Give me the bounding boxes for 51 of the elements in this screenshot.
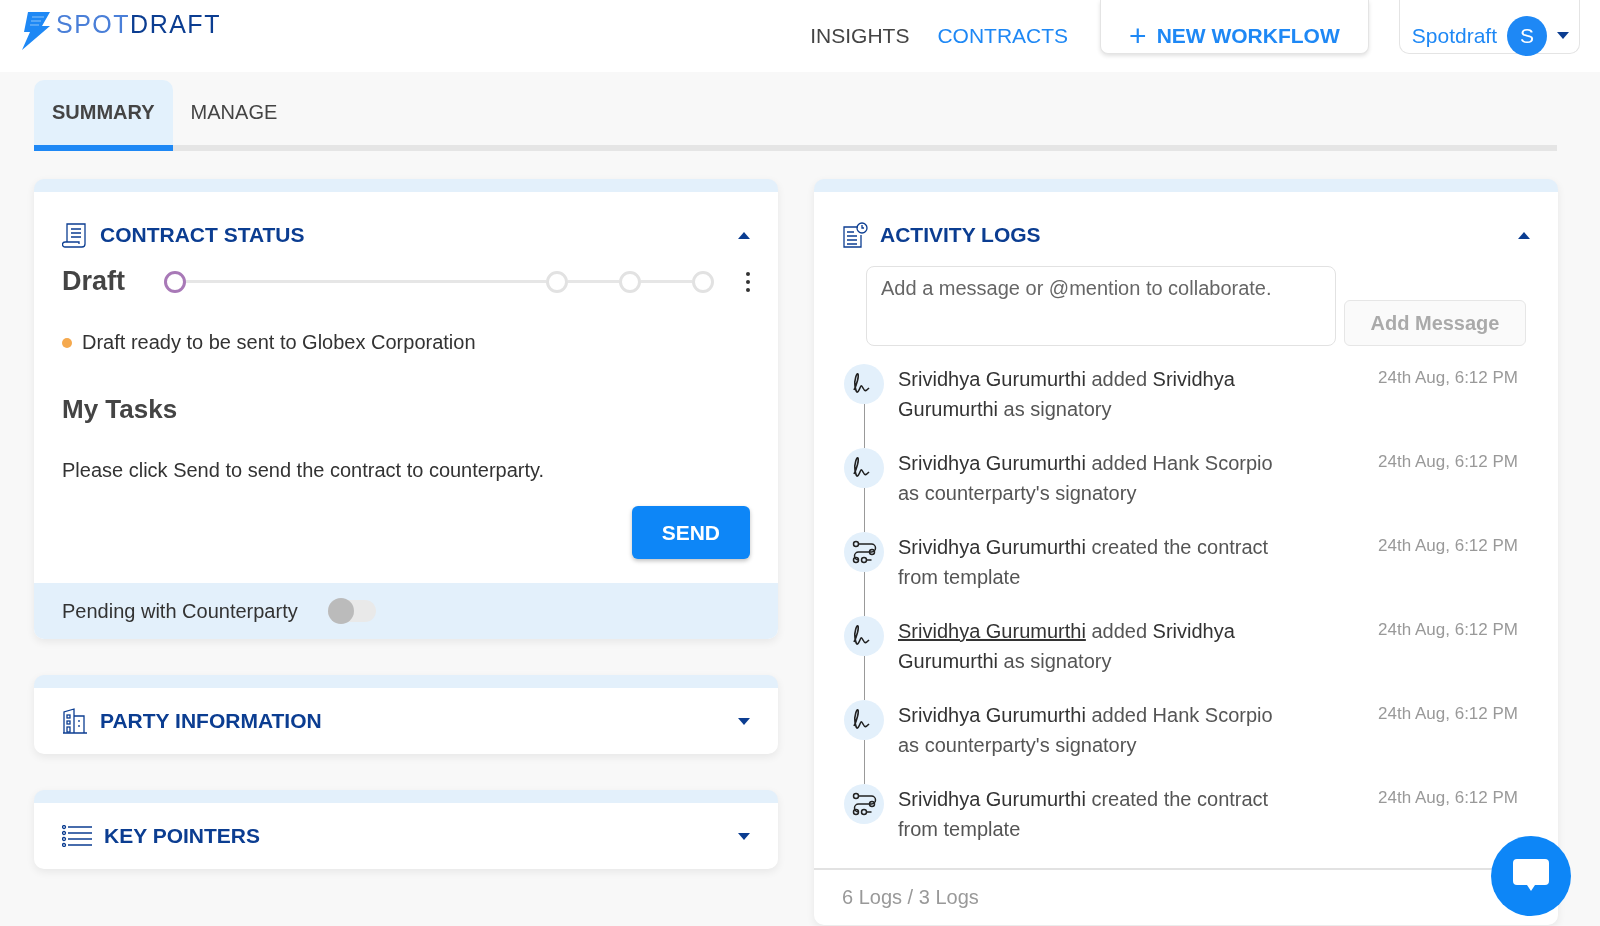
new-workflow-button[interactable]: + NEW WORKFLOW — [1100, 0, 1369, 54]
log-time: 24th Aug, 6:12 PM — [1378, 619, 1518, 641]
nav-link[interactable]: INSIGHTS — [810, 24, 910, 48]
building-icon — [62, 708, 88, 734]
section-title: KEY POINTERS — [104, 824, 261, 848]
user-link[interactable]: Srividhya Gurumurthi — [898, 620, 1086, 642]
status-label: Draft — [62, 266, 126, 297]
account-menu[interactable]: Spotdraft S — [1398, 0, 1580, 54]
section-title: CONTRACT STATUS — [100, 223, 306, 247]
logo-text: SPOTDRAFT — [56, 10, 221, 39]
message-field[interactable]: Add a message or @mention to collaborate. — [866, 266, 1336, 346]
caret-up-icon[interactable] — [1518, 231, 1530, 239]
log-time: 24th Aug, 6:12 PM — [1378, 367, 1518, 389]
more-icon[interactable] — [746, 271, 750, 292]
signature-icon — [844, 616, 884, 656]
list-icon — [62, 825, 92, 847]
caret-down-icon[interactable] — [738, 717, 750, 725]
log-text: Srividhya Gurumurthi added Hank Scorpio as counterparty's signatory — [898, 451, 1274, 506]
tab[interactable]: SUMMARY — [34, 80, 173, 151]
avatar: S — [1507, 15, 1547, 56]
log-time: 24th Aug, 6:12 PM — [1378, 787, 1518, 809]
tasks-heading: My Tasks — [61, 393, 179, 425]
signature-icon — [844, 364, 884, 404]
flow-icon — [844, 784, 884, 824]
tab[interactable]: MANAGE — [172, 80, 296, 151]
signature-icon — [844, 448, 884, 488]
log-text: Srividhya Gurumurthi added Srividhya Gurumurthi as signatory — [898, 367, 1236, 422]
caret-up-icon[interactable] — [738, 231, 750, 239]
log-text: Srividhya Gurumurthi created the contract from template — [898, 787, 1270, 842]
status-note: Draft ready to be sent to Globex Corporation — [82, 331, 476, 354]
caret-down-icon[interactable] — [738, 832, 750, 840]
add-message-button[interactable]: Add Message — [1344, 300, 1526, 346]
document-icon — [62, 222, 88, 248]
task-text: Please click Send to send the contract to counterparty. — [61, 458, 546, 482]
log-time: 24th Aug, 6:12 PM — [1378, 703, 1518, 725]
flow-icon — [844, 532, 884, 572]
log-text: Srividhya Gurumurthi created the contract from template — [898, 535, 1270, 590]
toggle-switch[interactable] — [327, 600, 376, 622]
log-text: Srividhya Gurumurthi added Srividhya Gurumurthi as signatory — [898, 619, 1236, 674]
lightning-logo-icon — [20, 10, 52, 50]
log-time: 24th Aug, 6:12 PM — [1378, 451, 1518, 473]
caret-down-icon[interactable] — [1557, 32, 1569, 39]
pending-label: Pending with Counterparty — [62, 599, 298, 623]
section-title: ACTIVITY LOGS — [880, 223, 1042, 247]
log-text: Srividhya Gurumurthi added Hank Scorpio as counterparty's signatory — [898, 703, 1274, 758]
section-title: PARTY INFORMATION — [100, 709, 323, 733]
log-time: 24th Aug, 6:12 PM — [1378, 535, 1518, 557]
nav-link[interactable]: CONTRACTS — [937, 24, 1069, 48]
signature-icon — [844, 700, 884, 740]
send-button[interactable]: SEND — [631, 506, 750, 559]
clipboard-clock-icon — [842, 222, 868, 248]
